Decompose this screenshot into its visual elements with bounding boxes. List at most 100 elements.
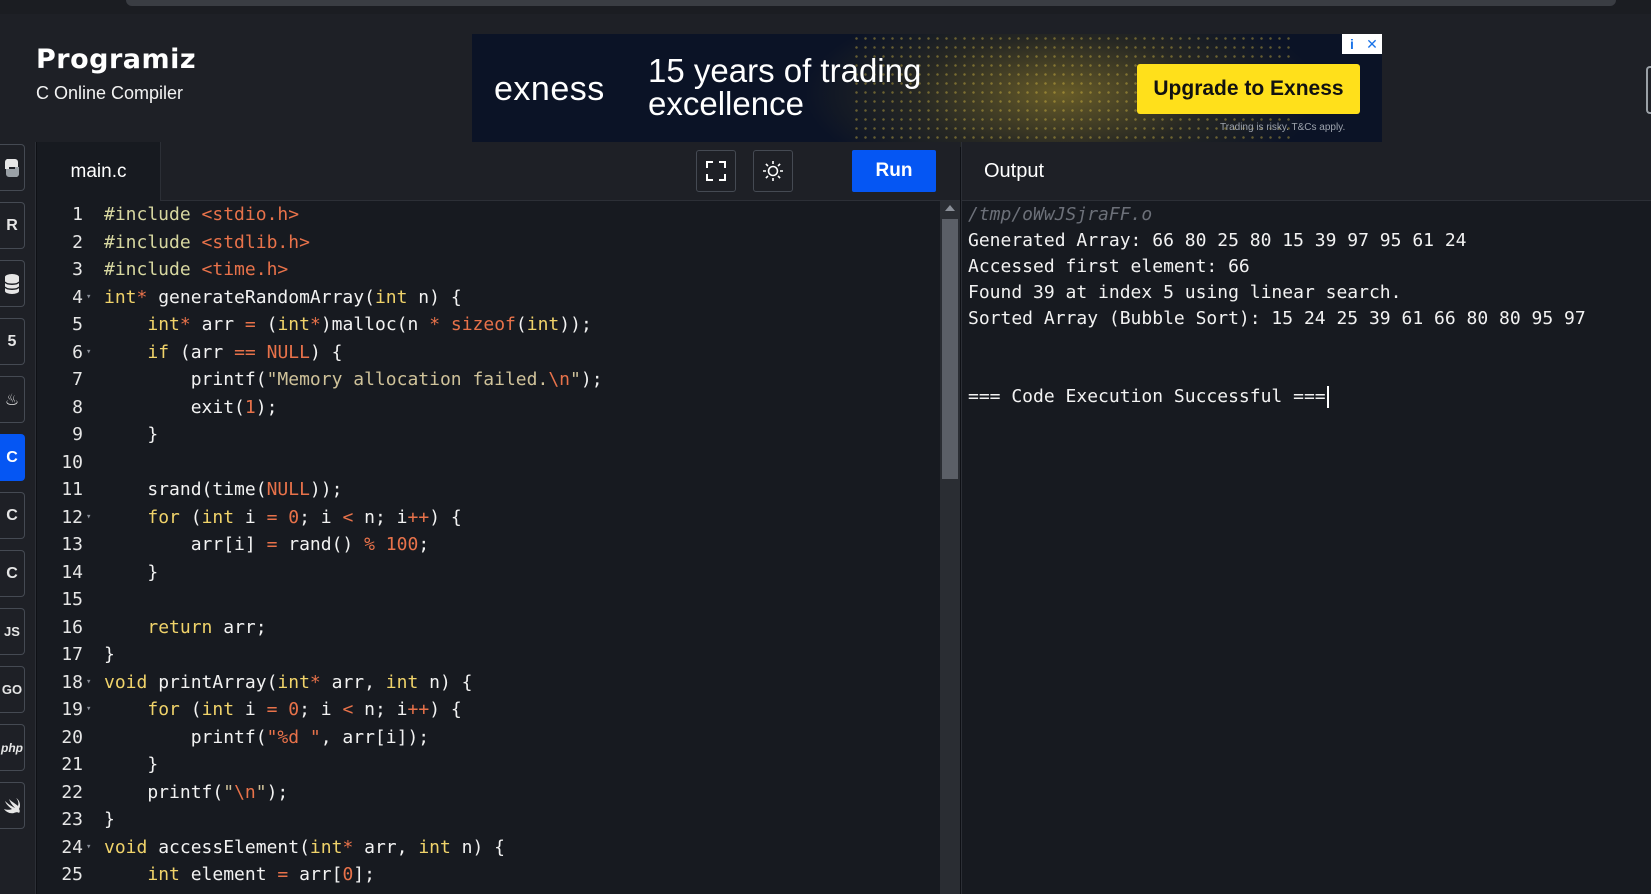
code-line[interactable]: 3 #include <time.h> [37, 256, 940, 284]
code-line[interactable]: 5 int* arr = (int*)malloc(n * sizeof(int… [37, 311, 940, 339]
code-editor[interactable]: 1 #include <stdio.h> 2 #include <stdlib.h> 3… [37, 201, 940, 894]
code-token: NULL [266, 479, 310, 500]
code-line[interactable]: 16 return arr; [37, 614, 940, 642]
fold-arrow-icon[interactable]: ▾ [86, 339, 91, 367]
line-number: 7 [72, 369, 83, 390]
code-line[interactable]: 4 ▾ int* generateRandomArray(int n) { [37, 284, 940, 312]
line-number: 3 [72, 259, 83, 280]
code-line[interactable]: 21 } [37, 751, 940, 779]
code-line[interactable]: 9 } [37, 421, 940, 449]
code-token: i [234, 506, 267, 528]
output-path: /tmp/oWwJSjraFF.o [968, 204, 1153, 225]
code-token: sizeof [450, 314, 516, 335]
code-line[interactable]: 18 ▾ void printArray(int* arr, int n) { [37, 669, 940, 697]
code-line[interactable]: 20 printf("%d ", arr[i]); [37, 724, 940, 752]
sidebar-item-r[interactable]: R [0, 202, 25, 249]
code-token: \n [234, 781, 256, 803]
code-line[interactable]: 7 printf("Memory allocation failed.\n"); [37, 366, 940, 394]
code-line[interactable]: 8 exit(1); [37, 394, 940, 422]
code-line[interactable]: 12 ▾ for (int i = 0; i < n; i++) { [37, 504, 940, 532]
code-line[interactable]: 23} [37, 806, 940, 834]
code-line[interactable]: 15 [37, 586, 940, 614]
code-token: NULL [266, 341, 310, 363]
sidebar-item-sql[interactable] [0, 260, 25, 307]
scrollbar-thumb[interactable] [942, 219, 958, 479]
sidebar-item-swift[interactable] [0, 782, 25, 829]
code-token: printf( [104, 726, 267, 748]
ad-info-icon[interactable]: i [1342, 34, 1362, 54]
code-line[interactable]: 19 ▾ for (int i = 0; i < n; i++) { [37, 696, 940, 724]
ad-choices[interactable]: i ✕ [1342, 34, 1382, 54]
code-line[interactable]: 22 printf("\n"); [37, 779, 940, 807]
code-token: " [223, 781, 235, 803]
sidebar-item-go[interactable]: GO [0, 666, 25, 713]
code-token: (arr [169, 341, 235, 363]
ad-banner[interactable]: exness 15 years of trading excellence Up… [472, 34, 1382, 147]
fold-arrow-icon[interactable]: ▾ [86, 284, 91, 312]
line-number: 20 [61, 726, 83, 748]
ad-cta-button[interactable]: Upgrade to Exness [1137, 64, 1360, 114]
fold-arrow-icon[interactable]: ▾ [86, 504, 91, 532]
code-token: 100 [385, 534, 419, 555]
code-token: n; i [353, 506, 408, 528]
code-line[interactable]: 2 #include <stdlib.h> [37, 229, 940, 257]
line-number: 22 [61, 781, 83, 803]
sidebar-item-html[interactable]: 5 [0, 318, 25, 365]
code-line[interactable]: 24 ▾ void accessElement(int* arr, int n) { [37, 834, 940, 862]
code-line[interactable]: 11 srand(time(NULL)); [37, 476, 940, 504]
code-token: int [104, 286, 137, 308]
code-token: 0 [288, 699, 300, 720]
code-line[interactable]: 25 int element = arr[0]; [37, 861, 940, 889]
sidebar-item-cpp[interactable]: C [0, 492, 25, 539]
ad-close-icon[interactable]: ✕ [1362, 34, 1382, 54]
fullscreen-button[interactable] [696, 150, 736, 192]
output-console[interactable]: /tmp/oWwJSjraFF.o Generated Array: 66 80… [961, 201, 1651, 894]
sidebar-item-js[interactable]: JS [0, 608, 25, 655]
fullscreen-icon [706, 161, 726, 181]
code-text: } [104, 559, 158, 587]
theme-toggle-button[interactable] [753, 150, 793, 192]
header-edge-button[interactable] [1646, 66, 1651, 114]
code-line[interactable]: 14 } [37, 559, 940, 587]
code-token: arr; [212, 616, 267, 638]
code-line[interactable]: 17} [37, 641, 940, 669]
line-number: 4 [72, 286, 83, 308]
site-header: Programiz C Online Compiler exness 15 ye… [0, 14, 1651, 147]
output-success: === Code Execution Successful === [968, 383, 1329, 411]
editor-scrollbar[interactable] [940, 201, 960, 894]
code-line[interactable]: 13 arr[i] = rand() % 100; [37, 531, 940, 559]
sidebar-item-php[interactable]: php [0, 724, 25, 771]
tab-main-c[interactable]: main.c [37, 142, 161, 201]
sidebar-item-python[interactable] [0, 144, 25, 191]
code-token: ); [255, 396, 278, 418]
r-icon: R [6, 216, 18, 234]
programiz-logo[interactable]: Programiz [36, 44, 196, 75]
line-number: 11 [61, 479, 83, 500]
fold-arrow-icon[interactable]: ▾ [86, 834, 91, 862]
brand[interactable]: Programiz C Online Compiler [36, 44, 196, 104]
code-line[interactable]: 10 [37, 449, 940, 477]
code-token: } [104, 809, 115, 830]
code-line[interactable]: 1 #include <stdio.h> [37, 201, 940, 229]
fold-arrow-icon[interactable]: ▾ [86, 669, 91, 697]
line-number: 21 [61, 754, 83, 775]
run-button[interactable]: Run [852, 150, 936, 192]
fold-arrow-icon[interactable]: ▾ [86, 696, 91, 724]
code-line[interactable]: 6 ▾ if (arr == NULL) { [37, 339, 940, 367]
code-token: for [147, 506, 180, 528]
php-icon: php [1, 740, 23, 755]
code-token: , arr[i]); [320, 726, 430, 748]
ad-headline: 15 years of trading excellence [648, 52, 922, 122]
code-token: ( [255, 314, 278, 335]
line-number: 13 [61, 534, 83, 555]
sidebar-item-csharp[interactable]: C [0, 550, 25, 597]
code-token: = [266, 699, 278, 720]
sidebar-item-java[interactable]: ♨ [0, 376, 25, 423]
code-token: arr[ [288, 864, 343, 885]
scroll-up-icon[interactable] [945, 205, 955, 211]
code-token: )); [309, 479, 343, 500]
sidebar-item-c[interactable]: C [0, 434, 25, 481]
